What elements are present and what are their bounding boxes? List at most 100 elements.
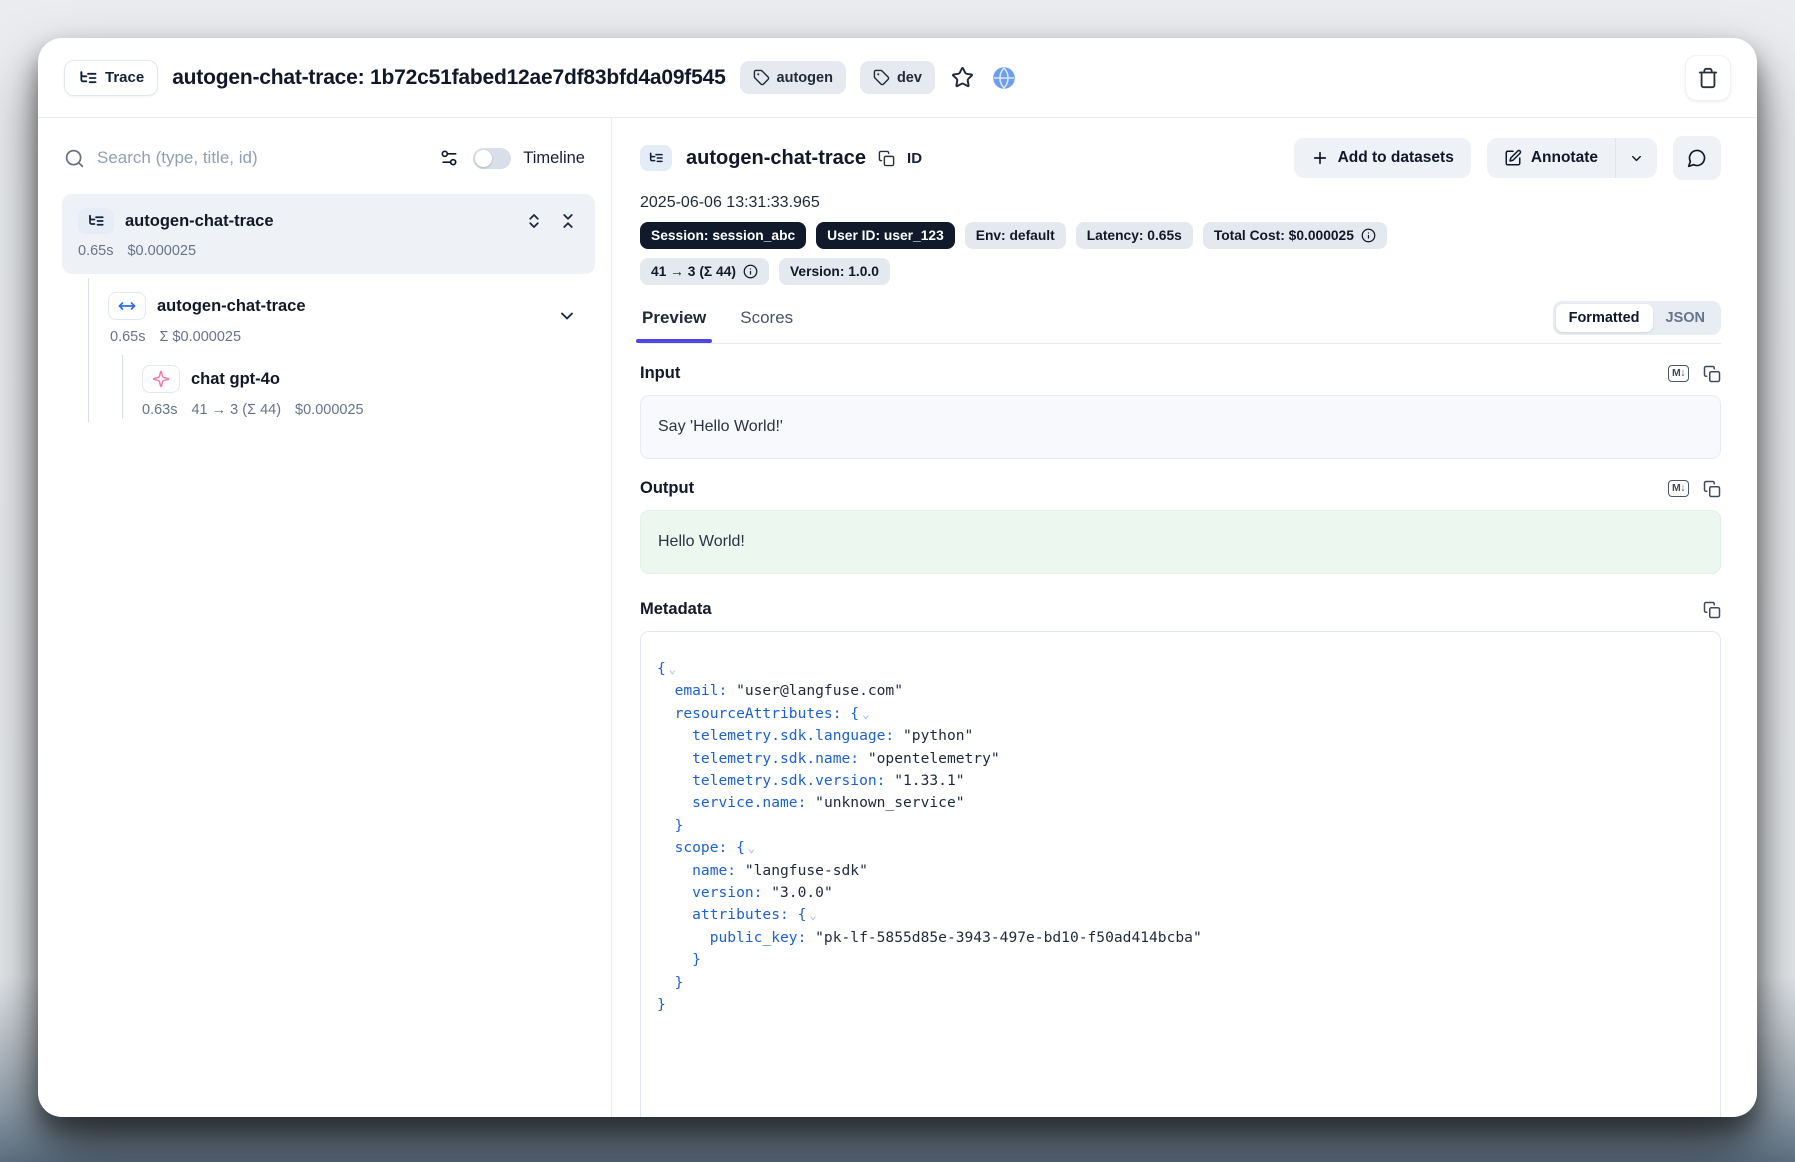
json-key: version: xyxy=(692,884,762,901)
node-duration: 0.63s xyxy=(142,402,177,418)
detail-header: autogen-chat-trace ID Add to datasets xyxy=(640,136,1721,180)
json-brace: } xyxy=(675,817,684,834)
span-node-badge xyxy=(108,292,146,320)
search-input-wrap xyxy=(97,148,425,168)
trace-badges: Session: session_abc User ID: user_123 E… xyxy=(640,222,1721,285)
markdown-toggle-icon[interactable]: M↓ xyxy=(1668,365,1689,382)
json-collapse-chevron[interactable]: ⌄ xyxy=(748,841,755,855)
json-collapse-chevron[interactable]: ⌄ xyxy=(669,662,676,676)
comments-button[interactable] xyxy=(1673,136,1721,180)
json-value: "user@langfuse.com" xyxy=(727,682,903,699)
collapse-all-button[interactable] xyxy=(557,210,579,232)
json-key: resourceAttributes: xyxy=(675,705,842,722)
annotate-dropdown-button[interactable] xyxy=(1616,138,1657,178)
json-brace: { xyxy=(657,660,666,677)
add-to-datasets-button[interactable]: Add to datasets xyxy=(1294,138,1471,178)
sliders-icon xyxy=(439,148,459,168)
metadata-line: telemetry.sdk.language: "python" xyxy=(657,725,1704,747)
copy-icon[interactable] xyxy=(1703,365,1721,383)
json-value: "pk-lf-5855d85e-3943-497e-bd10-f50ad414b… xyxy=(806,929,1201,946)
format-toggle-json[interactable]: JSON xyxy=(1653,304,1719,332)
input-section-header: Input M↓ xyxy=(640,364,1721,383)
node-duration: 0.65s xyxy=(78,243,113,259)
json-value: "opentelemetry" xyxy=(859,750,1000,767)
json-value: "langfuse-sdk" xyxy=(736,862,868,879)
format-toggle-formatted[interactable]: Formatted xyxy=(1556,304,1653,332)
tag-autogen[interactable]: autogen xyxy=(740,61,846,94)
comment-bubble-icon xyxy=(1687,148,1707,168)
json-key: public_key: xyxy=(710,929,807,946)
trace-timestamp: 2025-06-06 13:31:33.965 xyxy=(640,194,1721,212)
metadata-json: {⌄email: "user@langfuse.com"resourceAttr… xyxy=(640,631,1721,1117)
tree-node-metrics: 0.65s Σ $0.000025 xyxy=(108,329,587,345)
json-brace: } xyxy=(657,996,666,1013)
copy-id-button[interactable] xyxy=(876,148,897,169)
node-duration: 0.65s xyxy=(110,329,145,345)
json-brace: } xyxy=(692,951,701,968)
metadata-section-header: Metadata xyxy=(640,600,1721,619)
node-cost: Σ $0.000025 xyxy=(159,329,241,345)
copy-icon[interactable] xyxy=(1703,480,1721,498)
star-icon xyxy=(951,66,974,89)
json-brace: { xyxy=(842,705,860,722)
chevron-down-icon[interactable] xyxy=(557,306,577,326)
annotate-label: Annotate xyxy=(1531,149,1598,167)
tree-node-metrics: 0.63s 41 → 3 (Σ 44) $0.000025 xyxy=(142,402,587,418)
tree-node-span[interactable]: autogen-chat-trace 0.65s Σ $0.000025 xyxy=(62,278,595,355)
add-to-datasets-label: Add to datasets xyxy=(1338,149,1454,167)
json-key: service.name: xyxy=(692,794,806,811)
expand-all-button[interactable] xyxy=(523,210,545,232)
trace-node-badge xyxy=(78,208,114,234)
tree-node-label: autogen-chat-trace xyxy=(157,297,306,316)
json-key: name: xyxy=(692,862,736,879)
markdown-toggle-icon[interactable]: M↓ xyxy=(1668,480,1689,497)
search-input[interactable] xyxy=(97,148,425,168)
trash-icon xyxy=(1697,67,1719,89)
metadata-line: email: "user@langfuse.com" xyxy=(657,680,1704,702)
trace-tree: autogen-chat-trace xyxy=(38,186,611,428)
search-icon xyxy=(64,148,85,169)
toggle-knob xyxy=(475,150,492,167)
metadata-line: attributes: {⌄ xyxy=(657,904,1704,926)
env-badge: Env: default xyxy=(965,222,1066,249)
trace-window: Trace autogen-chat-trace: 1b72c51fabed12… xyxy=(38,38,1757,1117)
list-tree-icon xyxy=(87,212,105,230)
trace-badge-label: Trace xyxy=(105,69,144,86)
metadata-line: } xyxy=(657,994,1704,1016)
delete-trace-button[interactable] xyxy=(1685,55,1731,101)
timeline-toggle[interactable] xyxy=(473,148,511,169)
metadata-line: telemetry.sdk.version: "1.33.1" xyxy=(657,770,1704,792)
info-icon[interactable] xyxy=(743,264,758,279)
format-toggle: Formatted JSON xyxy=(1553,301,1721,335)
trace-tree-sidebar: Timeline autogen-chat-trace xyxy=(38,118,612,1117)
detail-title: autogen-chat-trace xyxy=(686,147,866,170)
tree-display-settings-button[interactable] xyxy=(437,146,461,170)
version-badge: Version: 1.0.0 xyxy=(779,258,890,285)
chevron-down-icon xyxy=(1629,151,1644,166)
user-id-badge[interactable]: User ID: user_123 xyxy=(816,222,955,249)
tag-dev[interactable]: dev xyxy=(860,61,935,94)
tree-node-generation[interactable]: chat gpt-4o 0.63s 41 → 3 (Σ 44) $0.00002… xyxy=(62,355,595,428)
tag-icon xyxy=(753,69,770,86)
json-collapse-chevron[interactable]: ⌄ xyxy=(862,707,869,721)
public-sharing-button[interactable] xyxy=(990,64,1018,92)
json-collapse-chevron[interactable]: ⌄ xyxy=(809,908,816,922)
session-badge[interactable]: Session: session_abc xyxy=(640,222,806,249)
metadata-line: } xyxy=(657,815,1704,837)
json-key: telemetry.sdk.language: xyxy=(692,727,894,744)
metadata-line: scope: {⌄ xyxy=(657,837,1704,859)
preview-content[interactable]: Input M↓ Say 'Hello World!' Output M↓ xyxy=(640,344,1721,1117)
trace-type-badge: Trace xyxy=(64,60,158,96)
tree-node-trace-root[interactable]: autogen-chat-trace xyxy=(62,194,595,274)
tab-scores[interactable]: Scores xyxy=(738,302,795,342)
tab-preview[interactable]: Preview xyxy=(640,302,708,342)
annotate-button[interactable]: Annotate xyxy=(1487,138,1616,178)
star-bookmark-button[interactable] xyxy=(949,64,976,91)
window-header: Trace autogen-chat-trace: 1b72c51fabed12… xyxy=(38,38,1757,118)
json-value: "3.0.0" xyxy=(762,884,832,901)
output-label: Output xyxy=(640,479,694,498)
info-icon[interactable] xyxy=(1361,228,1376,243)
copy-icon[interactable] xyxy=(1703,601,1721,619)
metadata-line: name: "langfuse-sdk" xyxy=(657,860,1704,882)
json-value: "unknown_service" xyxy=(806,794,964,811)
